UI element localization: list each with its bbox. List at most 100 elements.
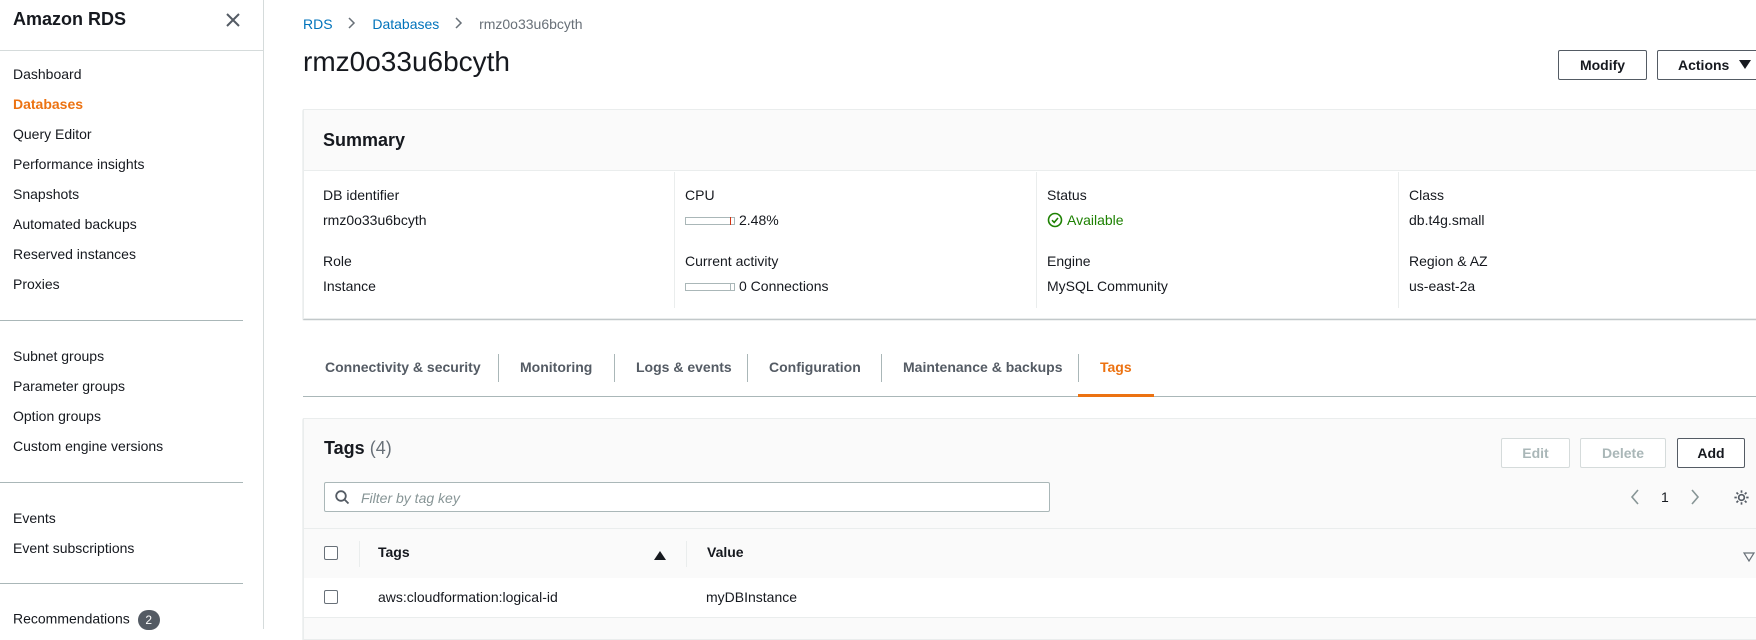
sidebar-item-dashboard[interactable]: Dashboard	[13, 66, 82, 82]
tags-heading: Tags (4)	[324, 438, 392, 459]
sidebar-item-option-groups[interactable]: Option groups	[13, 408, 101, 424]
breadcrumb-rds-link[interactable]: RDS	[303, 16, 333, 32]
role-value: Instance	[323, 278, 376, 294]
tab-divider	[498, 354, 499, 382]
column-divider	[686, 541, 687, 567]
delete-button[interactable]: Delete	[1580, 438, 1666, 468]
db-identifier-value: rmz0o33u6bcyth	[323, 212, 427, 228]
prev-page-icon[interactable]	[1630, 489, 1640, 508]
sidebar-item-proxies[interactable]: Proxies	[13, 276, 60, 292]
sidebar-item-performance-insights[interactable]: Performance insights	[13, 156, 145, 172]
sidebar-item-automated-backups[interactable]: Automated backups	[13, 216, 137, 232]
tags-heading-text: Tags	[324, 438, 365, 458]
edit-button[interactable]: Edit	[1501, 438, 1570, 468]
sidebar-item-label: Recommendations	[13, 610, 130, 627]
next-page-icon[interactable]	[1690, 489, 1700, 508]
sidebar-divider	[0, 320, 243, 321]
tag-key-cell: aws:cloudformation:logical-id	[378, 589, 558, 605]
db-identifier-label: DB identifier	[323, 187, 400, 203]
status-label: Status	[1047, 187, 1087, 203]
page-number[interactable]: 1	[1661, 489, 1669, 505]
tab-divider	[614, 354, 615, 382]
sidebar-header: Amazon RDS	[0, 0, 263, 51]
tab-divider	[881, 354, 882, 382]
tags-count: (4)	[369, 438, 392, 458]
sidebar: Amazon RDS Dashboard Databases Query Edi…	[0, 0, 264, 630]
connections-bar	[685, 283, 735, 292]
tab-configuration[interactable]: Configuration	[769, 350, 861, 396]
cpu-value: 2.48%	[685, 212, 779, 228]
recommendations-count-badge: 2	[137, 610, 160, 630]
tab-monitoring[interactable]: Monitoring	[520, 350, 592, 396]
sort-ascending-icon[interactable]	[654, 548, 666, 564]
sidebar-item-event-subscriptions[interactable]: Event subscriptions	[13, 540, 134, 556]
tags-table-header: Tags Value	[304, 528, 1756, 579]
role-label: Role	[323, 253, 352, 269]
row-checkbox[interactable]	[324, 590, 338, 604]
sidebar-item-events[interactable]: Events	[13, 510, 56, 526]
close-icon[interactable]	[223, 10, 243, 30]
caret-down-icon[interactable]	[1742, 549, 1756, 565]
modify-button[interactable]: Modify	[1558, 50, 1647, 80]
summary-heading: Summary	[323, 130, 406, 150]
engine-value: MySQL Community	[1047, 278, 1168, 294]
sidebar-divider	[0, 482, 243, 483]
current-activity-label: Current activity	[685, 253, 779, 269]
actions-button[interactable]: Actions	[1657, 50, 1756, 80]
gear-icon[interactable]	[1733, 489, 1750, 509]
sidebar-item-query-editor[interactable]: Query Editor	[13, 126, 92, 142]
tab-divider	[1078, 354, 1079, 382]
cpu-label: CPU	[685, 187, 715, 203]
chevron-right-icon	[348, 16, 356, 32]
connections-count: 0 Connections	[739, 278, 829, 294]
page-title: rmz0o33u6bcyth	[303, 46, 511, 77]
column-divider	[359, 541, 360, 567]
region-az-label: Region & AZ	[1409, 253, 1488, 269]
column-header-tags[interactable]: Tags	[378, 544, 410, 560]
current-activity-value: 0 Connections	[685, 278, 829, 294]
cpu-usage-bar	[685, 217, 735, 226]
tab-logs-events[interactable]: Logs & events	[636, 350, 732, 396]
sidebar-item-custom-engine-versions[interactable]: Custom engine versions	[13, 438, 163, 454]
actions-button-label: Actions	[1678, 57, 1730, 73]
tag-filter-input[interactable]	[359, 487, 1043, 509]
chevron-right-icon	[455, 16, 463, 32]
tab-divider	[747, 354, 748, 382]
summary-panel: Summary DB identifier rmz0o33u6bcyth Rol…	[303, 109, 1756, 319]
caret-down-icon	[1739, 60, 1752, 70]
check-circle-icon	[1047, 212, 1063, 228]
column-divider	[1036, 172, 1037, 308]
sidebar-item-databases[interactable]: Databases	[13, 96, 83, 112]
column-divider	[1398, 172, 1399, 308]
detail-tabs: Connectivity & security Monitoring Logs …	[303, 350, 1756, 397]
table-row[interactable]: aws:cloudformation:logical-id myDBInstan…	[304, 578, 1756, 618]
sidebar-item-reserved-instances[interactable]: Reserved instances	[13, 246, 136, 262]
tab-connectivity-security[interactable]: Connectivity & security	[325, 350, 481, 396]
cpu-percent: 2.48%	[739, 212, 779, 228]
status-text: Available	[1067, 212, 1124, 228]
tab-tags[interactable]: Tags	[1078, 350, 1154, 397]
sidebar-item-recommendations[interactable]: Recommendations 2	[13, 610, 160, 630]
summary-header: Summary	[304, 110, 1756, 171]
breadcrumb-current: rmz0o33u6bcyth	[479, 16, 583, 32]
sidebar-divider	[0, 583, 243, 584]
sidebar-title: Amazon RDS	[13, 9, 127, 29]
sidebar-item-snapshots[interactable]: Snapshots	[13, 186, 79, 202]
breadcrumb: RDS Databases rmz0o33u6bcyth	[303, 16, 583, 32]
column-header-value[interactable]: Value	[707, 544, 744, 560]
sidebar-item-subnet-groups[interactable]: Subnet groups	[13, 348, 104, 364]
tab-maintenance-backups[interactable]: Maintenance & backups	[903, 350, 1063, 396]
breadcrumb-databases-link[interactable]: Databases	[372, 16, 439, 32]
tag-value-cell: myDBInstance	[706, 589, 798, 605]
tags-panel: Tags (4) Edit Delete Add 1 Tags Value aw…	[303, 418, 1756, 640]
class-label: Class	[1409, 187, 1445, 203]
status-value: Available	[1047, 212, 1124, 228]
column-divider	[674, 172, 675, 308]
add-button[interactable]: Add	[1677, 438, 1745, 468]
engine-label: Engine	[1047, 253, 1091, 269]
region-az-value: us-east-2a	[1409, 278, 1476, 294]
select-all-checkbox[interactable]	[324, 546, 338, 560]
tag-filter	[324, 482, 1050, 512]
sidebar-item-parameter-groups[interactable]: Parameter groups	[13, 378, 125, 394]
class-value: db.t4g.small	[1409, 212, 1485, 228]
